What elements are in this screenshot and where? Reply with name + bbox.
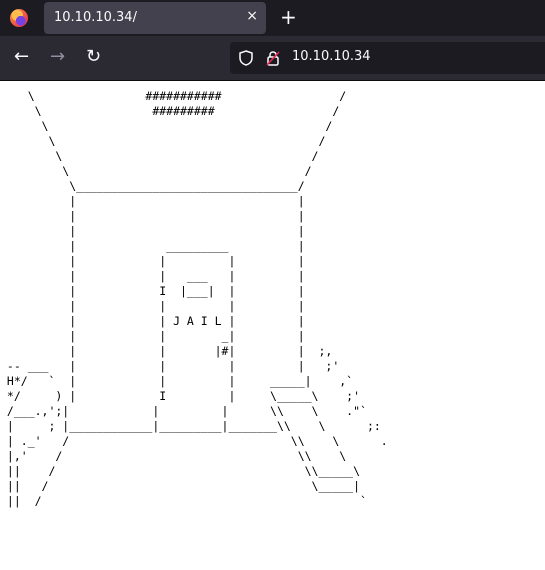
page-content: \ ########### / \ ######### / \ / \ / \ … xyxy=(0,81,545,570)
shield-icon[interactable] xyxy=(239,50,253,66)
jail-ascii-art: \ ########### / \ ######### / \ / \ / \ … xyxy=(6,89,388,508)
address-bar[interactable]: 10.10.10.34 xyxy=(230,42,545,74)
navigation-bar: ← → ↻ 10.10.10.34 xyxy=(0,36,545,81)
browser-tab[interactable]: 10.10.10.34/ × xyxy=(44,2,266,34)
firefox-icon[interactable] xyxy=(10,9,28,27)
tab-bar: 10.10.10.34/ × + xyxy=(0,0,545,36)
back-button[interactable]: ← xyxy=(14,46,29,67)
url-text: 10.10.10.34 xyxy=(292,49,371,64)
new-tab-button[interactable]: + xyxy=(280,5,297,29)
close-tab-icon[interactable]: × xyxy=(246,8,258,24)
insecure-lock-icon[interactable] xyxy=(266,50,280,66)
reload-button[interactable]: ↻ xyxy=(86,46,101,67)
forward-button[interactable]: → xyxy=(50,46,65,67)
tab-title: 10.10.10.34/ xyxy=(54,10,137,25)
